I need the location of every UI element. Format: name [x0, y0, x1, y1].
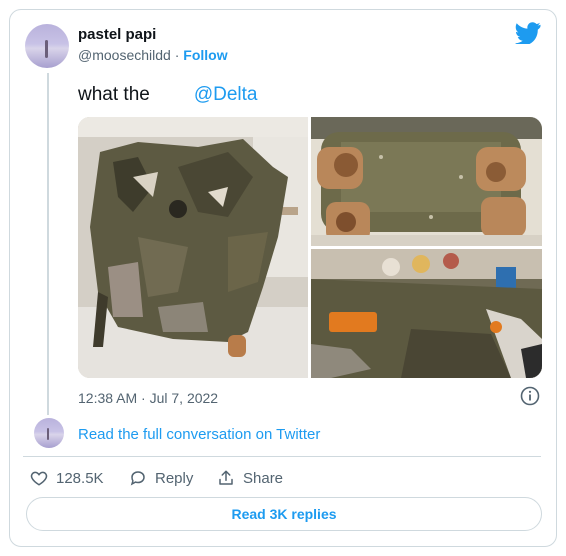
twitter-bird-icon[interactable] [515, 22, 541, 44]
heart-icon [30, 471, 48, 486]
thread-line [47, 73, 49, 415]
reply-bubble-icon [130, 471, 145, 486]
like-button[interactable]: 128.5K [30, 469, 104, 487]
read-conversation-link[interactable]: Read the full conversation on Twitter [78, 426, 320, 443]
read-replies-button[interactable]: Read 3K replies [26, 497, 542, 531]
reply-label: Reply [155, 469, 194, 487]
share-icon [219, 470, 233, 485]
photo-destroyed-suitcase-front[interactable] [78, 117, 308, 378]
conversation-avatar[interactable] [34, 418, 64, 448]
author-handle[interactable]: @moosechildd [78, 47, 171, 63]
tweet-timestamp[interactable]: 12:38 AM · Jul 7, 2022 [78, 390, 218, 406]
mention-link[interactable]: @Delta [194, 84, 258, 105]
share-label: Share [243, 469, 284, 487]
divider [23, 456, 541, 457]
tweet-text: what the @Delta [78, 84, 257, 106]
author-avatar[interactable] [25, 24, 69, 68]
like-count: 128.5K [56, 469, 104, 487]
follow-link[interactable]: Follow [183, 47, 227, 63]
photo-suitcase-bottom-wheels[interactable] [311, 117, 542, 246]
photo-torn-suitcase-open[interactable] [311, 249, 542, 378]
reply-button[interactable]: Reply [129, 469, 193, 487]
tweet-text-prefix: what the [78, 84, 150, 105]
tweet-media-grid[interactable] [78, 117, 542, 378]
info-icon[interactable] [520, 386, 540, 406]
separator: · [174, 47, 180, 63]
share-button[interactable]: Share [217, 469, 283, 487]
author-display-name[interactable]: pastel papi [78, 26, 156, 43]
author-handle-row: @moosechildd · Follow [78, 47, 228, 63]
